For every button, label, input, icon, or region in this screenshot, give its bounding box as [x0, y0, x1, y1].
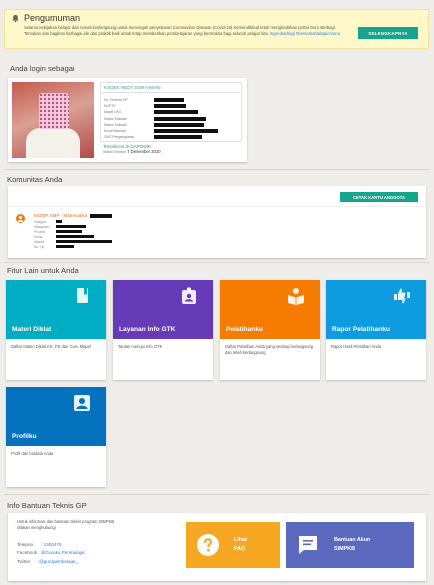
print-member-card-button[interactable]: CETAK KARTU ANGGOTA: [340, 192, 418, 202]
sync-date: 7 Desember 2020: [127, 149, 161, 154]
facebook-line: Facebook: @Guruku.Pembelajar: [17, 550, 85, 555]
divider: [4, 169, 429, 170]
announcement-title: Pengumuman: [24, 13, 81, 23]
phone-line: Telepon: 1500476: [17, 542, 62, 547]
faq-button[interactable]: Lihat FAQ: [186, 522, 280, 568]
redacted-value: [154, 129, 218, 134]
help-card: Untuk informasi dan bantuan teknis progr…: [8, 513, 426, 581]
login-section-title: Anda login sebagai: [10, 64, 75, 73]
bell-icon: [12, 14, 19, 23]
help-intro: Untuk informasi dan bantuan teknis progr…: [17, 519, 115, 530]
login-info: KADEK HEDY SURYAWAN No. Peserta GP NUPTK…: [100, 82, 242, 158]
community-fields: Kategori Kabupaten Provinsi Ketua Alamat…: [34, 219, 112, 249]
divider: [4, 262, 429, 263]
login-field-row: GMT Pengangkatan: [104, 134, 238, 140]
community-field-row: No. Tlp: [34, 244, 112, 249]
user-name: KADEK HEDY SURYAWAN: [100, 82, 242, 92]
redacted-value: [154, 122, 204, 127]
redacted-value: [154, 104, 186, 109]
community-card: CETAK KARTU ANGGOTA MGMP SMP - Matematik…: [8, 186, 426, 258]
twitter-line: Twitter: @gurupembelajar_: [17, 559, 79, 564]
tile-profilku[interactable]: Profilku Profil dan biodata Anda: [6, 387, 106, 487]
announcement-banner: Pengumuman Selama kebijakan belajar dari…: [4, 9, 429, 49]
id-badge-icon: [182, 287, 196, 304]
announcement-body: Selama kebijakan belajar dari rumah berl…: [24, 25, 346, 37]
login-fields: No. Peserta GP NUPTK Mapel UKG Status Se…: [100, 92, 242, 142]
tile-description: Rapor Hasil Pelatihan Anda: [331, 344, 382, 349]
features-section-title: Fitur Lain untuk Anda: [7, 266, 79, 275]
sync-time: Waktu Sinkron 7 Desember 2020: [103, 149, 161, 154]
tile-title: Pelatihanku: [226, 326, 264, 333]
faq-label-line2: FAQ: [234, 546, 246, 552]
tile-title: Materi Diklat: [12, 326, 52, 333]
reading-icon: [288, 288, 304, 305]
tile-layanan-info-gtk[interactable]: Layanan Info GTK Tautan menuju Info GTK: [113, 280, 213, 380]
community-section-title: Komunitas Anda: [7, 175, 63, 184]
help-circle-icon: [197, 534, 219, 556]
support-label-line2: SIMPKB: [334, 546, 355, 552]
login-card: KADEK HEDY SURYAWAN No. Peserta GP NUPTK…: [8, 78, 247, 162]
tile-pelatihanku[interactable]: Pelatihanku Daftar Pelatihan Anda yang s…: [220, 280, 320, 380]
help-section-title: Info Bantuan Teknis GP: [7, 501, 87, 510]
pixelated-face: [39, 93, 69, 129]
divider: [4, 494, 429, 495]
profile-icon: [74, 395, 90, 411]
tile-description: Profil dan biodata Anda: [11, 451, 54, 456]
read-more-button[interactable]: SELENGKAPNYA: [358, 27, 418, 39]
tile-description: Daftar Pelatihan Anda yang sedang berlan…: [225, 344, 314, 355]
thumbs-icon: [394, 288, 410, 304]
announcement-hashtags[interactable]: #gurubarbagi #bersamahadapicorona: [270, 31, 340, 36]
redacted-value: [154, 110, 198, 115]
profile-photo: [12, 82, 94, 158]
tile-title: Layanan Info GTK: [119, 326, 176, 333]
tile-description: Daftar Materi Diklat KS, PS dan Guru Map…: [11, 344, 91, 349]
facebook-value[interactable]: : @Guruku.Pembelajar: [38, 550, 85, 555]
tile-rapor-pelatihanku[interactable]: Rapor Pelatihanku Rapor Hasil Pelatihan …: [326, 280, 426, 380]
chat-bubble-icon: [299, 536, 317, 554]
community-name[interactable]: MGMP SMP - Matematika: [34, 213, 113, 218]
tile-description: Tautan menuju Info GTK: [118, 344, 163, 349]
tile-materi-diklat[interactable]: Materi Diklat Daftar Materi Diklat KS, P…: [6, 280, 106, 380]
group-icon: [16, 214, 25, 223]
book-icon: [77, 288, 88, 303]
twitter-value[interactable]: : @gurupembelajar_: [37, 559, 79, 564]
redacted-value: [154, 135, 202, 140]
account-support-button[interactable]: Bantuan Akun SIMPKB: [286, 522, 414, 568]
community-field-row: Alamat: [34, 239, 112, 244]
faq-label-line1: Lihat: [234, 537, 247, 543]
redacted-value: [154, 116, 206, 121]
tile-title: Rapor Pelatihanku: [332, 326, 390, 333]
redacted-value: [90, 213, 113, 218]
support-label-line1: Bantuan Akun: [334, 537, 371, 543]
phone-value[interactable]: : 1500476: [41, 542, 61, 547]
tile-title: Profilku: [12, 433, 37, 440]
redacted-value: [154, 98, 184, 103]
